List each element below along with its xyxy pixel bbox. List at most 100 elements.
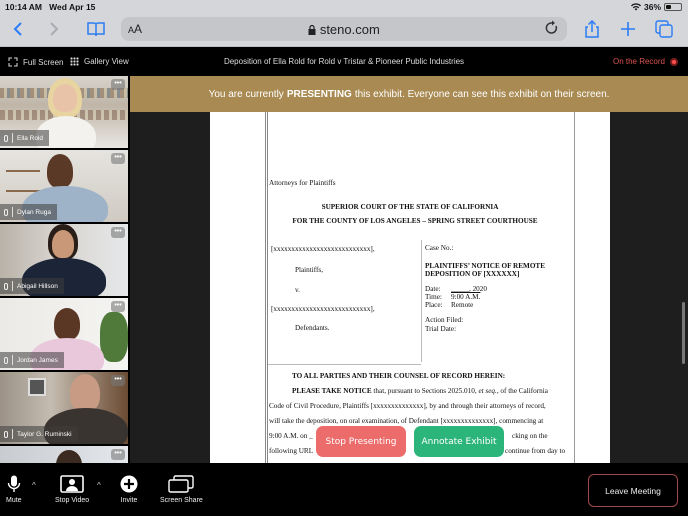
mic-icon bbox=[4, 208, 8, 216]
meeting-toolbar: Mute ^ Stop Video ^ Invite Screen Share … bbox=[0, 463, 688, 516]
banner-suffix: this exhibit. Everyone can see this exhi… bbox=[354, 88, 610, 100]
back-icon bbox=[13, 22, 22, 36]
doc-plaintiffs-label: Plaintiffs, bbox=[295, 266, 324, 274]
bookmarks-button[interactable] bbox=[84, 17, 108, 41]
tile-more-button[interactable]: ••• bbox=[111, 153, 125, 164]
participant-tile[interactable]: ••• bbox=[0, 446, 128, 463]
banner-emphasis: PRESENTING bbox=[286, 88, 352, 100]
participant-tile[interactable]: ••• Abigail Hillson bbox=[0, 224, 128, 296]
stop-video-button[interactable]: Stop Video bbox=[55, 475, 89, 504]
page-margin-line bbox=[574, 112, 575, 463]
doc-body-line-4-start: 9:00 A.M. on _ bbox=[269, 432, 313, 440]
forward-icon bbox=[50, 22, 59, 36]
meeting-title: Deposition of Ella Rold for Rold v Trist… bbox=[223, 57, 465, 66]
forward-button[interactable] bbox=[42, 17, 66, 41]
reload-button[interactable] bbox=[545, 20, 559, 39]
share-button[interactable] bbox=[580, 17, 604, 41]
status-time: 10:14 AM Wed Apr 15 bbox=[5, 2, 96, 12]
doc-plaintiff-placeholder: [xxxxxxxxxxxxxxxxxxxxxxxxxxx], bbox=[271, 245, 375, 253]
browser-toolbar: AA steno.com bbox=[0, 14, 688, 47]
mic-icon bbox=[4, 356, 8, 364]
tabs-button[interactable] bbox=[652, 17, 676, 41]
doc-body-line-4-end: cking on the bbox=[512, 432, 548, 440]
battery-level bbox=[666, 5, 672, 9]
participant-name-tag: Ella Rold bbox=[0, 130, 50, 146]
participant-name: Ella Rold bbox=[17, 134, 44, 142]
mic-icon bbox=[4, 134, 8, 142]
microphone-icon bbox=[7, 475, 20, 492]
doc-notice-title-2: DEPOSITION OF [XXXXXX] bbox=[425, 270, 520, 278]
tile-more-button[interactable]: ••• bbox=[111, 227, 125, 238]
tile-more-button[interactable]: ••• bbox=[111, 375, 125, 386]
back-button[interactable] bbox=[6, 17, 30, 41]
participant-name-tag: Taylor G. Ruminski bbox=[0, 426, 78, 442]
battery-percent: 36% bbox=[643, 2, 661, 12]
add-circle-icon bbox=[120, 475, 138, 493]
mute-options-chevron-up-icon[interactable]: ^ bbox=[32, 481, 36, 490]
tile-more-button[interactable]: ••• bbox=[111, 301, 125, 312]
doc-place-value: Remote bbox=[451, 301, 474, 309]
screen-share-icon bbox=[168, 475, 195, 493]
annotate-exhibit-button[interactable]: Annotate Exhibit bbox=[414, 426, 504, 457]
doc-notice-title-1: PLAINTIFFS’ NOTICE OF REMOTE bbox=[425, 262, 545, 270]
doc-case-no: Case No.: bbox=[425, 244, 454, 252]
stop-presenting-button[interactable]: Stop Presenting bbox=[316, 426, 406, 457]
doc-versus: v. bbox=[295, 286, 300, 294]
bookmarks-icon bbox=[87, 22, 105, 36]
participant-name-tag: Dylan Ruga bbox=[0, 204, 57, 220]
participant-sidebar: ••• Ella Rold ••• Dylan Ruga ••• Abigail bbox=[0, 76, 130, 463]
doc-action-filed: Action Filed: bbox=[425, 316, 464, 324]
participant-tile[interactable]: ••• Jordan James bbox=[0, 298, 128, 370]
status-bar: 10:14 AM Wed Apr 15 36% bbox=[0, 0, 688, 14]
participant-tile[interactable]: ••• Taylor G. Ruminski bbox=[0, 372, 128, 444]
page-margin-line bbox=[265, 112, 268, 463]
participant-tile[interactable]: ••• Dylan Ruga bbox=[0, 150, 128, 222]
doc-place-label: Place: bbox=[425, 301, 443, 309]
invite-label: Invite bbox=[120, 497, 138, 504]
mute-label: Mute bbox=[6, 497, 22, 504]
new-tab-icon bbox=[621, 22, 635, 36]
mute-button[interactable]: Mute bbox=[6, 475, 22, 504]
tile-more-button[interactable]: ••• bbox=[111, 449, 125, 460]
doc-time-label: Time: bbox=[425, 293, 442, 301]
reload-icon bbox=[545, 20, 558, 34]
doc-body-line-3: will take the deposition, on oral examin… bbox=[269, 417, 544, 425]
participant-name: Abigail Hillson bbox=[17, 282, 58, 290]
doc-attorneys: Attorneys for Plaintiffs bbox=[269, 179, 336, 187]
leave-meeting-button[interactable]: Leave Meeting bbox=[588, 474, 678, 507]
doc-body-line-2: Code of Civil Procedure, Plaintiffs [xxx… bbox=[269, 402, 546, 410]
doc-time-value: 9:00 A.M. bbox=[451, 293, 481, 301]
video-camera-icon bbox=[60, 475, 84, 493]
screen-share-button[interactable]: Screen Share bbox=[160, 475, 203, 504]
share-icon bbox=[585, 20, 599, 38]
video-options-chevron-up-icon[interactable]: ^ bbox=[97, 481, 101, 490]
video-feed bbox=[0, 446, 128, 463]
battery-icon bbox=[664, 3, 682, 11]
mic-icon bbox=[4, 282, 8, 290]
doc-court-line-2: FOR THE COUNTY OF LOS ANGELES – SPRING S… bbox=[292, 217, 538, 225]
participant-tile[interactable]: ••• Ella Rold bbox=[0, 76, 128, 148]
scrollbar-thumb[interactable] bbox=[682, 302, 685, 364]
doc-to-all: TO ALL PARTIES AND THEIR COUNSEL OF RECO… bbox=[292, 372, 506, 380]
participant-name: Dylan Ruga bbox=[17, 208, 51, 216]
new-tab-button[interactable] bbox=[616, 17, 640, 41]
record-status: On the Record bbox=[613, 57, 678, 66]
wifi-icon bbox=[630, 3, 641, 11]
caption-divider bbox=[268, 364, 421, 365]
app-header: Full Screen Gallery View Deposition of E… bbox=[0, 47, 688, 76]
participant-name: Jordan James bbox=[17, 356, 58, 364]
record-status-label: On the Record bbox=[612, 57, 665, 66]
doc-body-line-5-start: following URL bbox=[269, 447, 314, 455]
url-text[interactable]: steno.com bbox=[121, 22, 567, 37]
doc-trial-date: Trial Date: bbox=[425, 325, 457, 333]
mic-icon bbox=[4, 430, 8, 438]
stop-video-label: Stop Video bbox=[55, 497, 90, 504]
exhibit-viewer[interactable]: Attorneys for Plaintiffs SUPERIOR COURT … bbox=[130, 112, 688, 463]
address-bar[interactable]: AA steno.com bbox=[121, 17, 567, 41]
screen-share-label: Screen Share bbox=[160, 497, 203, 504]
tile-more-button[interactable]: ••• bbox=[111, 79, 125, 90]
doc-defendant-placeholder: [xxxxxxxxxxxxxxxxxxxxxxxxxxx], bbox=[271, 305, 375, 313]
participant-name-tag: Abigail Hillson bbox=[0, 278, 64, 294]
invite-button[interactable]: Invite bbox=[120, 475, 138, 504]
exhibit-page: Attorneys for Plaintiffs SUPERIOR COURT … bbox=[210, 112, 610, 463]
